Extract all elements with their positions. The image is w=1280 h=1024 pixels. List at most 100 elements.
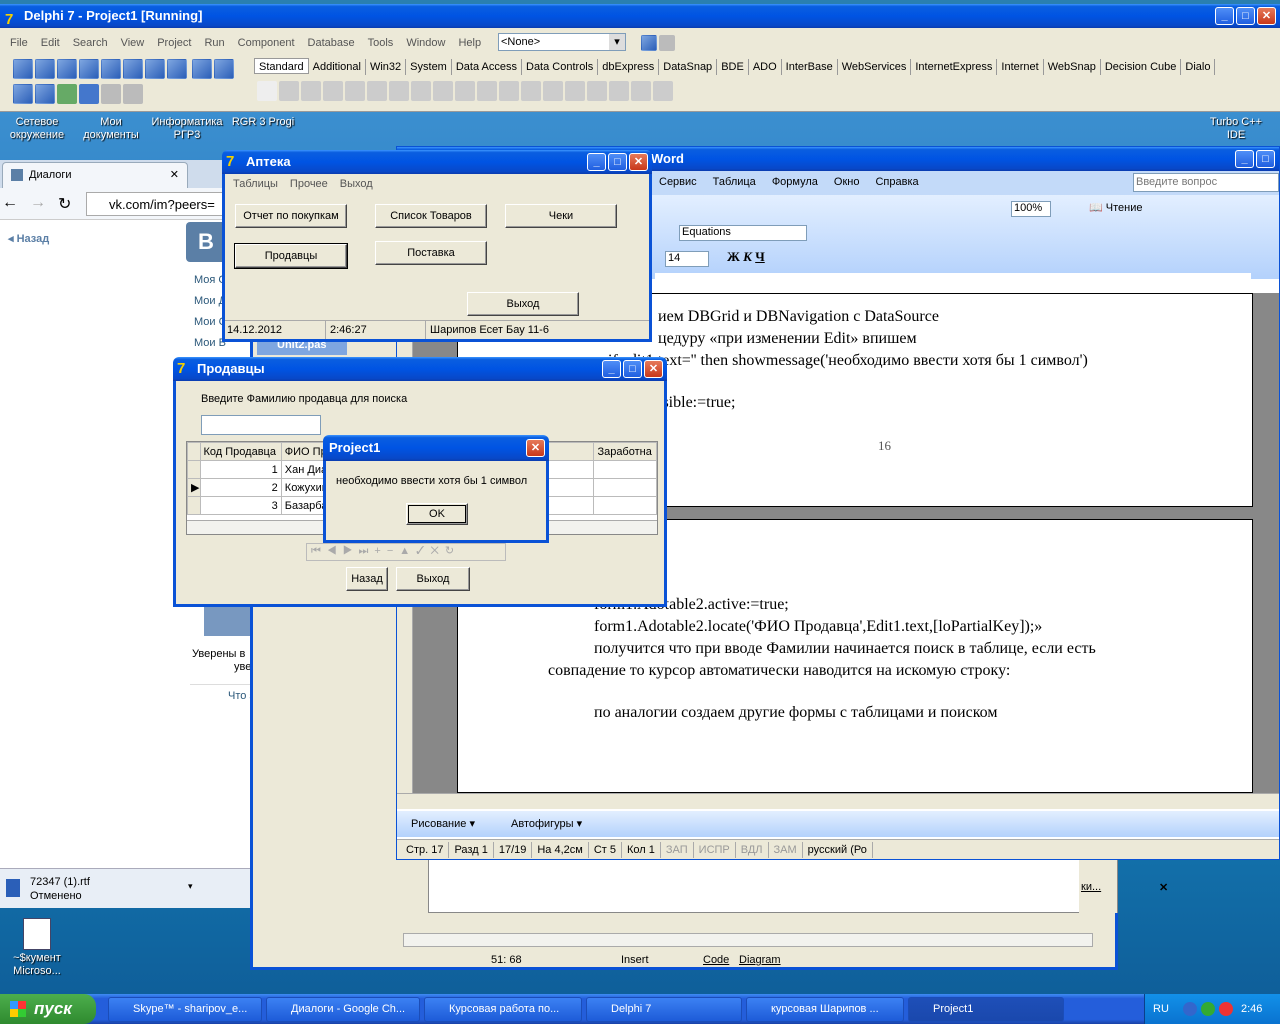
- trace-icon[interactable]: [123, 84, 143, 104]
- tab-websnap[interactable]: WebSnap: [1044, 59, 1101, 75]
- goods-list-button[interactable]: Список Товаров: [375, 204, 487, 228]
- tab-internetexpress[interactable]: InternetExpress: [911, 59, 998, 75]
- tab-diagram[interactable]: Diagram: [739, 951, 781, 969]
- component-icon[interactable]: [521, 81, 541, 101]
- component-icon[interactable]: [367, 81, 387, 101]
- status-ext[interactable]: ВДЛ: [736, 842, 769, 858]
- new-icon[interactable]: [13, 59, 33, 79]
- menu-tables[interactable]: Таблицы: [233, 174, 278, 194]
- taskbar-item-folder[interactable]: Курсовая работа по...: [424, 997, 582, 1022]
- editor-hscrollbar[interactable]: [403, 933, 1093, 947]
- menu-file[interactable]: File: [10, 34, 28, 54]
- tool-icon[interactable]: [659, 35, 675, 51]
- vk-back-link[interactable]: ◂ Назад: [8, 232, 49, 245]
- tab-dialogs[interactable]: Dialo: [1181, 59, 1216, 75]
- run-icon[interactable]: [57, 84, 77, 104]
- tab-bde[interactable]: BDE: [717, 59, 749, 75]
- desktop-icon-network[interactable]: Сетевое окружение: [4, 116, 70, 142]
- component-icon[interactable]: [455, 81, 475, 101]
- desktop-icon-doc[interactable]: ~$кумент Microso...: [4, 918, 70, 978]
- status-ovr[interactable]: ЗАМ: [769, 842, 803, 858]
- tool-icon[interactable]: [641, 35, 657, 51]
- menu-project[interactable]: Project: [157, 34, 191, 54]
- forward-arrow-icon[interactable]: →: [30, 194, 46, 212]
- tab-data-controls[interactable]: Data Controls: [522, 59, 599, 75]
- component-icon[interactable]: [609, 81, 629, 101]
- close-icon[interactable]: ✕: [170, 168, 179, 181]
- minimize-button[interactable]: _: [1215, 7, 1234, 25]
- menu-help[interactable]: Help: [458, 34, 481, 54]
- back-button[interactable]: Назад: [346, 567, 388, 591]
- component-icon[interactable]: [301, 81, 321, 101]
- tab-win32[interactable]: Win32: [366, 59, 407, 75]
- status-trk[interactable]: ИСПР: [694, 842, 736, 858]
- component-icon[interactable]: [279, 81, 299, 101]
- menu-tools[interactable]: Tools: [368, 34, 394, 54]
- remove-file-icon[interactable]: [145, 59, 165, 79]
- tab-additional[interactable]: Additional: [309, 59, 366, 75]
- autoshapes-menu[interactable]: Автофигуры ▾: [511, 817, 582, 830]
- exit-button[interactable]: Выход: [396, 567, 470, 591]
- component-icon[interactable]: [653, 81, 673, 101]
- read-button[interactable]: 📖 Чтение: [1089, 201, 1142, 214]
- close-icon[interactable]: ✕: [1159, 881, 1168, 894]
- component-icon[interactable]: [587, 81, 607, 101]
- config-combo[interactable]: <None> ▾: [498, 33, 626, 51]
- help-icon[interactable]: [167, 59, 187, 79]
- supply-button[interactable]: Поставка: [375, 241, 487, 265]
- tray-icon[interactable]: [1219, 1002, 1233, 1016]
- menu-help[interactable]: Справка: [875, 176, 918, 188]
- underline-icon[interactable]: Ч: [755, 249, 765, 264]
- taskbar-item-project1[interactable]: Project1: [908, 997, 1064, 1022]
- browser-tab[interactable]: Диалоги ✕: [2, 162, 188, 188]
- toggle-icon[interactable]: [13, 84, 33, 104]
- report-button[interactable]: Отчет по покупкам: [235, 204, 347, 228]
- menu-search[interactable]: Search: [73, 34, 108, 54]
- start-button[interactable]: пуск: [0, 994, 96, 1024]
- column-header[interactable]: Код Продавца: [199, 442, 282, 461]
- open-project-icon[interactable]: [101, 59, 121, 79]
- menu-run[interactable]: Run: [204, 34, 224, 54]
- sellers-button[interactable]: Продавцы: [234, 243, 348, 269]
- component-icon[interactable]: [631, 81, 651, 101]
- exit-button[interactable]: Выход: [467, 292, 579, 316]
- tab-standard[interactable]: Standard: [254, 58, 309, 74]
- close-button[interactable]: ✕: [644, 360, 663, 378]
- draw-menu[interactable]: Рисование ▾: [411, 817, 475, 830]
- column-header[interactable]: Заработна: [593, 442, 657, 461]
- search-input[interactable]: [201, 415, 321, 435]
- component-icon[interactable]: [323, 81, 343, 101]
- maximize-button[interactable]: □: [1236, 7, 1255, 25]
- tab-data-access[interactable]: Data Access: [452, 59, 522, 75]
- menu-window[interactable]: Window: [406, 34, 445, 54]
- menu-database[interactable]: Database: [308, 34, 355, 54]
- taskbar-item-delphi[interactable]: Delphi 7: [586, 997, 742, 1022]
- status-rec[interactable]: ЗАП: [661, 842, 694, 858]
- save-icon[interactable]: [57, 59, 77, 79]
- tab-datasnap[interactable]: DataSnap: [659, 59, 718, 75]
- editor-area[interactable]: [428, 853, 1118, 913]
- italic-icon[interactable]: К: [743, 249, 752, 264]
- desktop-icon-informatika[interactable]: Информатика РГР3: [150, 116, 224, 142]
- tab-decision-cube[interactable]: Decision Cube: [1101, 59, 1182, 75]
- skype-icon[interactable]: [1201, 1002, 1215, 1016]
- component-icon[interactable]: [411, 81, 431, 101]
- close-button[interactable]: ✕: [1257, 7, 1276, 25]
- pointer-icon[interactable]: [257, 81, 277, 101]
- component-icon[interactable]: [543, 81, 563, 101]
- tab-interbase[interactable]: InterBase: [782, 59, 838, 75]
- component-icon[interactable]: [389, 81, 409, 101]
- tray-icon[interactable]: [1183, 1002, 1197, 1016]
- add-file-icon[interactable]: [123, 59, 143, 79]
- close-button[interactable]: ✕: [629, 153, 648, 171]
- new-form-icon[interactable]: [35, 84, 55, 104]
- desktop-icon-turbo[interactable]: Turbo C++ IDE: [1200, 116, 1272, 142]
- word-hscrollbar[interactable]: [397, 793, 1279, 809]
- maximize-button[interactable]: □: [608, 153, 627, 171]
- language-indicator[interactable]: RU: [1153, 994, 1169, 1024]
- chevron-down-icon[interactable]: ▾: [188, 879, 193, 893]
- ask-question-input[interactable]: Введите вопрос: [1133, 173, 1279, 192]
- tab-internet[interactable]: Internet: [997, 59, 1044, 75]
- close-button[interactable]: ✕: [526, 439, 545, 457]
- checks-button[interactable]: Чеки: [505, 204, 617, 228]
